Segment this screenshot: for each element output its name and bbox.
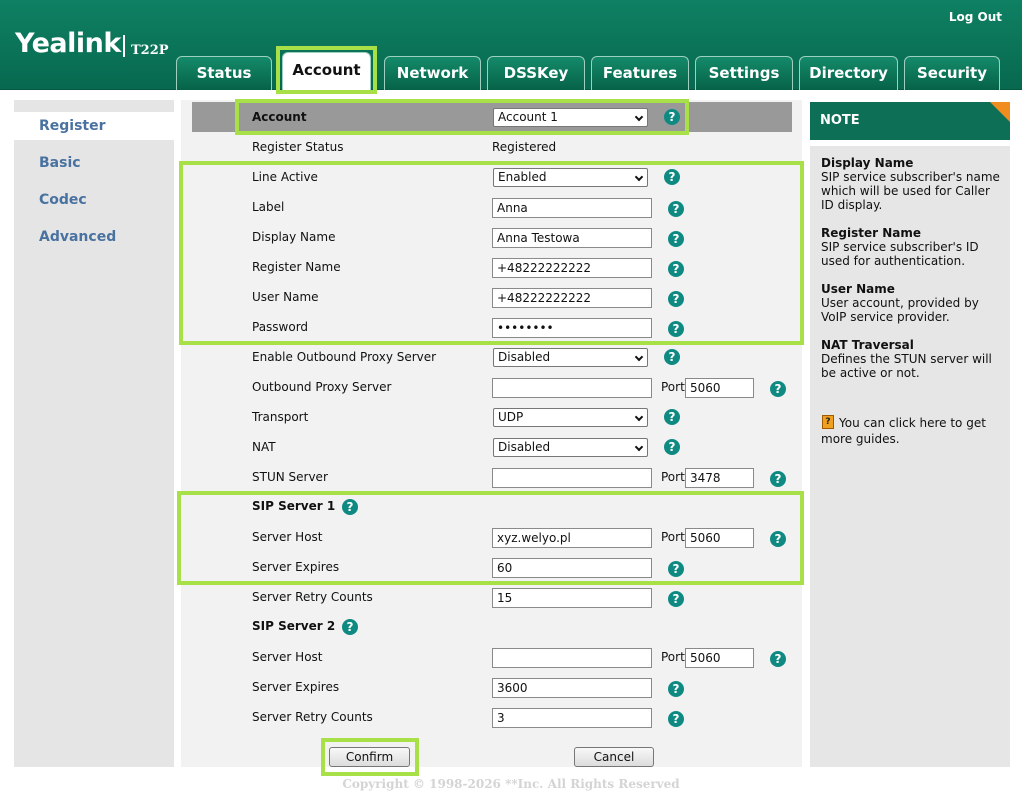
help-icon[interactable]: ? <box>770 651 786 667</box>
web-ui-root: { "brand": { "logo": "Yealink", "model":… <box>0 0 1022 804</box>
note-item-display-name: Display Name SIP service subscriber's nam… <box>821 156 1001 212</box>
port-label: Port <box>661 470 685 484</box>
logo-divider <box>123 35 125 57</box>
sidebar-item-register[interactable]: Register <box>14 112 174 140</box>
sip2-host-input[interactable] <box>492 648 652 668</box>
sidebar-item-basic[interactable]: Basic <box>14 149 174 177</box>
help-icon[interactable]: ? <box>342 619 358 635</box>
help-icon[interactable]: ? <box>668 711 684 727</box>
stun-port-input[interactable]: 3478 <box>685 468 754 488</box>
stun-input[interactable] <box>492 468 652 488</box>
note-item-title: NAT Traversal <box>821 338 914 352</box>
sip1-retry-label: Server Retry Counts <box>252 590 373 604</box>
sip2-expires-input[interactable]: 3600 <box>492 678 652 698</box>
outbound-enable-label: Enable Outbound Proxy Server <box>252 350 437 364</box>
port-label: Port <box>661 380 685 394</box>
tab-features[interactable]: Features <box>591 56 689 90</box>
outbound-server-label: Outbound Proxy Server <box>252 380 392 394</box>
credentials-highlight <box>179 161 804 345</box>
sip1-retry-input[interactable]: 15 <box>492 588 652 608</box>
sip-server-1-highlight <box>177 491 804 585</box>
copyright: Copyright © 1998-2026 **Inc. All Rights … <box>342 777 680 791</box>
transport-label: Transport <box>252 410 309 424</box>
help-icon[interactable]: ? <box>668 591 684 607</box>
note-item-title: Register Name <box>821 226 921 240</box>
nat-label: NAT <box>252 440 276 454</box>
sip2-retry-input[interactable]: 3 <box>492 708 652 728</box>
transport-select[interactable]: UDP <box>493 408 648 427</box>
sidebar-item-advanced[interactable]: Advanced <box>14 223 174 251</box>
register-status-label: Register Status <box>252 140 344 154</box>
guide-link[interactable]: You can click here to get more guides. <box>821 415 1001 447</box>
note-item-user-name: User Name User account, provided by VoIP … <box>821 282 1001 324</box>
sidebar-item-codec[interactable]: Codec <box>14 186 174 214</box>
account-row-highlight <box>235 99 689 135</box>
tab-settings[interactable]: Settings <box>695 56 793 90</box>
note-title: NOTE <box>820 113 860 128</box>
tab-dsskey[interactable]: DSSKey <box>487 56 585 90</box>
nat-select[interactable]: Disabled <box>493 438 648 457</box>
note-item-title: User Name <box>821 282 895 296</box>
chevron-down-icon <box>634 442 644 452</box>
sip2-retry-label: Server Retry Counts <box>252 710 373 724</box>
sidebar: Register Basic Codec Advanced <box>14 100 174 767</box>
nat-value: Disabled <box>498 440 551 454</box>
note-item-text: User account, provided by VoIP service p… <box>821 296 979 324</box>
outbound-server-input[interactable] <box>492 378 652 398</box>
confirm-highlight <box>321 738 419 776</box>
tab-directory[interactable]: Directory <box>799 56 898 90</box>
sip-server-2-title: SIP Server 2 <box>252 619 336 633</box>
stun-label: STUN Server <box>252 470 328 484</box>
note-item-text: SIP service subscriber's name which will… <box>821 170 1000 212</box>
port-label: Port <box>661 650 685 664</box>
help-icon[interactable]: ? <box>664 349 680 365</box>
register-status-value: Registered <box>492 140 557 154</box>
sip2-host-label: Server Host <box>252 650 323 664</box>
chevron-down-icon <box>634 412 644 422</box>
chevron-down-icon <box>634 352 644 362</box>
tab-security[interactable]: Security <box>904 56 1000 90</box>
note-item-text: Defines the STUN server will be active o… <box>821 352 992 380</box>
outbound-enable-select[interactable]: Disabled <box>493 348 648 367</box>
logout-link[interactable]: Log Out <box>949 10 1002 24</box>
tab-status[interactable]: Status <box>176 56 272 90</box>
note-item-title: Display Name <box>821 156 914 170</box>
help-icon[interactable]: ? <box>770 471 786 487</box>
cancel-button[interactable]: Cancel <box>574 747 654 767</box>
account-tab-highlight <box>276 46 377 94</box>
tab-network[interactable]: Network <box>384 56 481 90</box>
help-icon[interactable]: ? <box>664 409 680 425</box>
model-label: T22P <box>131 43 169 58</box>
help-icon[interactable]: ? <box>664 439 680 455</box>
sip2-expires-label: Server Expires <box>252 680 340 694</box>
note-corner-fold <box>990 102 1010 122</box>
note-item-nat-traversal: NAT Traversal Defines the STUN server wil… <box>821 338 1001 380</box>
sip2-port-input[interactable]: 5060 <box>685 648 754 668</box>
note-item-register-name: Register Name SIP service subscriber's ID… <box>821 226 1001 268</box>
outbound-port-input[interactable]: 5060 <box>685 378 754 398</box>
outbound-enable-value: Disabled <box>498 350 551 364</box>
note-item-text: SIP service subscriber's ID used for aut… <box>821 240 979 268</box>
help-icon[interactable]: ? <box>770 381 786 397</box>
transport-value: UDP <box>498 410 524 424</box>
yealink-logo: Yealink <box>15 28 121 59</box>
help-icon[interactable]: ? <box>668 681 684 697</box>
